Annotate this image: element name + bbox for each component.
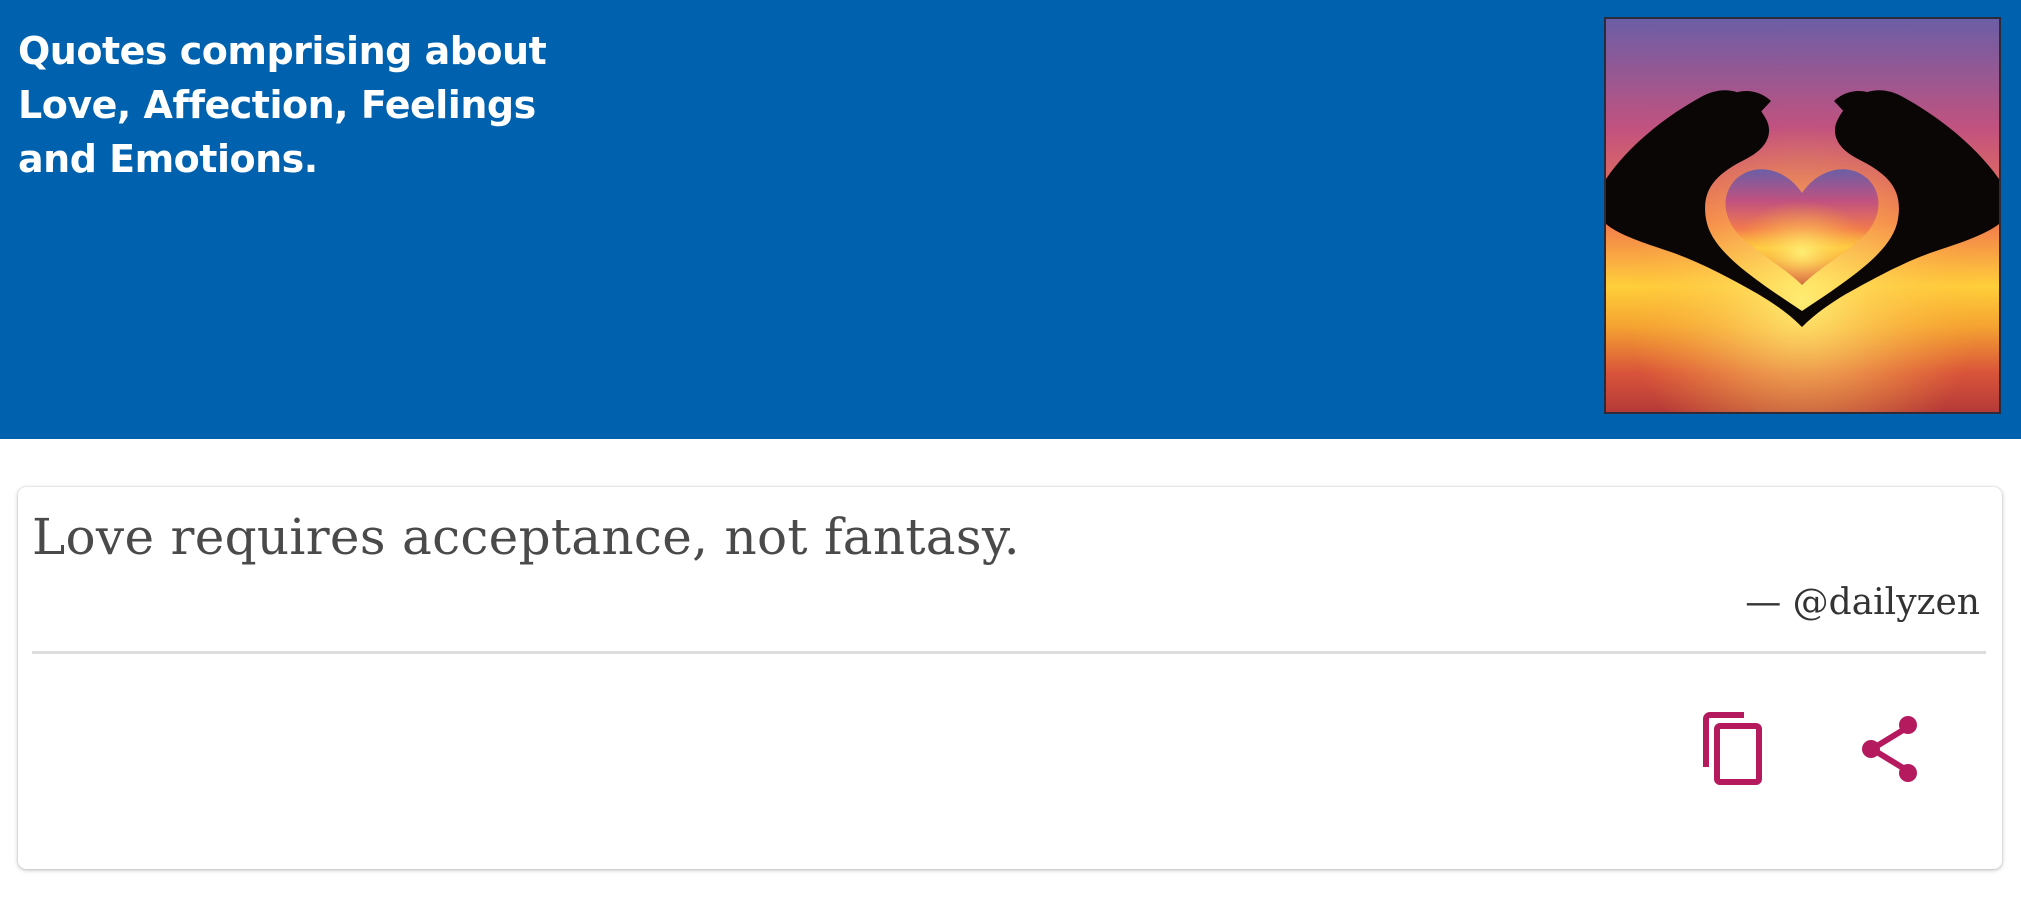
quote-author: — @dailyzen (1745, 582, 1980, 623)
header-description: Quotes comprising about Love, Affection,… (18, 29, 547, 181)
share-icon (1862, 716, 1917, 782)
header-banner: Quotes comprising about Love, Affection,… (0, 0, 2021, 439)
heart-hands-sunset-image (1604, 17, 2001, 414)
quote-text[interactable]: Love requires acceptance, not fantasy. (32, 505, 1020, 569)
copy-button[interactable] (1695, 711, 1771, 787)
copy-icon (1703, 712, 1762, 785)
app-page: Quotes comprising about Love, Affection,… (0, 0, 2021, 900)
divider (32, 651, 1986, 654)
share-button[interactable] (1853, 711, 1929, 787)
quote-card: Love requires acceptance, not fantasy. —… (18, 487, 2002, 869)
